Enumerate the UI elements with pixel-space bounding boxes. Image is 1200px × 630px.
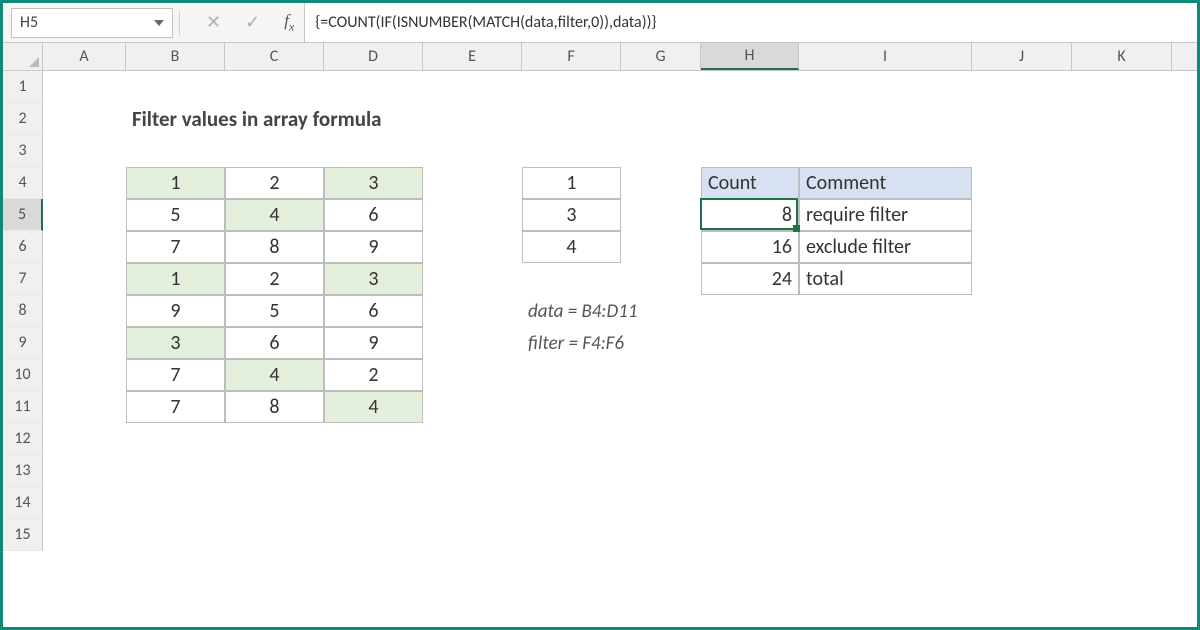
- column-header-D[interactable]: D: [324, 43, 423, 70]
- data-cell[interactable]: 5: [126, 199, 225, 231]
- data-cell[interactable]: 6: [324, 199, 423, 231]
- result-header-count[interactable]: Count: [701, 167, 799, 199]
- note-filter-range: filter = F4:F6: [522, 327, 742, 359]
- row-header-3[interactable]: 3: [3, 135, 43, 167]
- row-header-5[interactable]: 5: [3, 199, 43, 231]
- formula-bar-buttons: ✕ ✓ fx: [206, 11, 294, 34]
- column-header-C[interactable]: C: [225, 43, 324, 70]
- result-count[interactable]: 16: [701, 231, 799, 263]
- data-cell[interactable]: 4: [225, 199, 324, 231]
- data-cell[interactable]: 1: [126, 167, 225, 199]
- data-cell[interactable]: 7: [126, 391, 225, 423]
- data-cell[interactable]: 7: [126, 359, 225, 391]
- row-headers: 123456789101112131415: [3, 71, 43, 551]
- separator: [179, 11, 180, 35]
- data-cell[interactable]: 2: [324, 359, 423, 391]
- column-header-H[interactable]: H: [701, 43, 799, 70]
- data-cell[interactable]: 8: [225, 231, 324, 263]
- cancel-icon[interactable]: ✕: [206, 13, 221, 31]
- data-cell[interactable]: 4: [324, 391, 423, 423]
- row-header-14[interactable]: 14: [3, 487, 43, 519]
- row-header-11[interactable]: 11: [3, 391, 43, 423]
- formula-input[interactable]: {=COUNT(IF(ISNUMBER(MATCH(data,filter,0)…: [304, 3, 1197, 42]
- column-headers: ABCDEFGHIJK: [3, 43, 1197, 71]
- fx-icon[interactable]: fx: [284, 11, 294, 34]
- result-comment[interactable]: total: [799, 263, 972, 295]
- filter-cell[interactable]: 3: [522, 199, 621, 231]
- data-cell[interactable]: 4: [225, 359, 324, 391]
- column-header-B[interactable]: B: [126, 43, 225, 70]
- result-comment[interactable]: require filter: [799, 199, 972, 231]
- data-cell[interactable]: 3: [126, 327, 225, 359]
- note-data-range: data = B4:D11: [522, 295, 742, 327]
- data-cell[interactable]: 6: [225, 327, 324, 359]
- data-cell[interactable]: 8: [225, 391, 324, 423]
- row-header-6[interactable]: 6: [3, 231, 43, 263]
- data-cell[interactable]: 2: [225, 263, 324, 295]
- data-cell[interactable]: 7: [126, 231, 225, 263]
- row-header-9[interactable]: 9: [3, 327, 43, 359]
- column-header-A[interactable]: A: [43, 43, 126, 70]
- column-header-E[interactable]: E: [423, 43, 522, 70]
- result-header-comment[interactable]: Comment: [799, 167, 972, 199]
- column-header-J[interactable]: J: [972, 43, 1072, 70]
- row-header-12[interactable]: 12: [3, 423, 43, 455]
- accept-icon[interactable]: ✓: [245, 13, 260, 31]
- column-header-I[interactable]: I: [799, 43, 972, 70]
- row-header-7[interactable]: 7: [3, 263, 43, 295]
- row-header-10[interactable]: 10: [3, 359, 43, 391]
- formula-bar: H5 ✕ ✓ fx {=COUNT(IF(ISNUMBER(MATCH(data…: [3, 3, 1197, 43]
- spreadsheet-grid[interactable]: ABCDEFGHIJK 123456789101112131415 Filter…: [3, 43, 1197, 627]
- filter-cell[interactable]: 1: [522, 167, 621, 199]
- name-box-value: H5: [20, 13, 38, 32]
- row-header-2[interactable]: 2: [3, 103, 43, 135]
- row-header-4[interactable]: 4: [3, 167, 43, 199]
- data-cell[interactable]: 1: [126, 263, 225, 295]
- row-header-1[interactable]: 1: [3, 71, 43, 103]
- column-header-G[interactable]: G: [621, 43, 701, 70]
- result-count[interactable]: 8: [701, 199, 799, 231]
- page-title: Filter values in array formula: [126, 103, 626, 135]
- column-header-K[interactable]: K: [1072, 43, 1172, 70]
- data-cell[interactable]: 9: [126, 295, 225, 327]
- name-box[interactable]: H5: [11, 8, 173, 38]
- data-cell[interactable]: 3: [324, 167, 423, 199]
- data-cell[interactable]: 3: [324, 263, 423, 295]
- name-box-dropdown-icon[interactable]: [154, 20, 164, 26]
- filter-cell[interactable]: 4: [522, 231, 621, 263]
- select-all-corner[interactable]: [3, 43, 43, 70]
- data-cell[interactable]: 9: [324, 327, 423, 359]
- data-cell[interactable]: 6: [324, 295, 423, 327]
- formula-text: {=COUNT(IF(ISNUMBER(MATCH(data,filter,0)…: [315, 13, 656, 32]
- column-header-F[interactable]: F: [522, 43, 621, 70]
- result-count[interactable]: 24: [701, 263, 799, 295]
- data-cell[interactable]: 2: [225, 167, 324, 199]
- row-header-8[interactable]: 8: [3, 295, 43, 327]
- data-cell[interactable]: 5: [225, 295, 324, 327]
- data-cell[interactable]: 9: [324, 231, 423, 263]
- row-header-13[interactable]: 13: [3, 455, 43, 487]
- result-comment[interactable]: exclude filter: [799, 231, 972, 263]
- row-header-15[interactable]: 15: [3, 519, 43, 551]
